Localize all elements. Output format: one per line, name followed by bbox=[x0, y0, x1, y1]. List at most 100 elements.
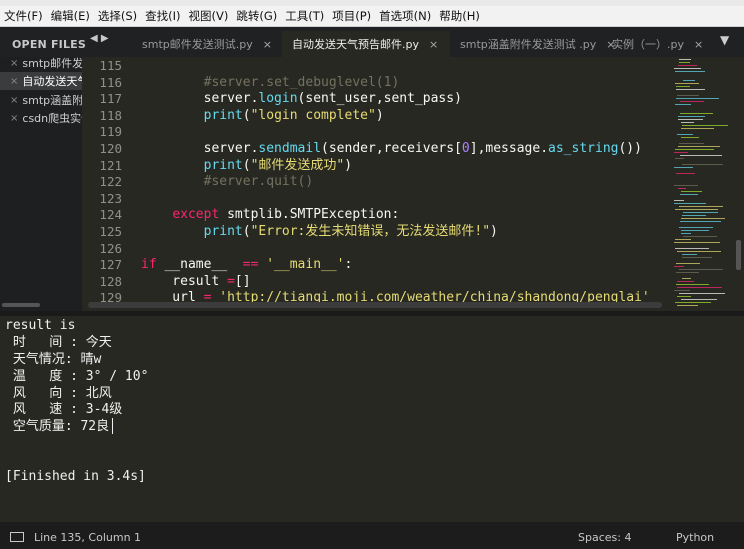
menu-preferences[interactable]: 首选项(N) bbox=[375, 8, 435, 24]
minimap[interactable] bbox=[670, 57, 736, 311]
minimap-line bbox=[678, 146, 720, 147]
code-line: print("login complete") bbox=[141, 108, 384, 125]
menu-find[interactable]: 查找(I) bbox=[141, 8, 184, 24]
minimap-line bbox=[674, 203, 706, 204]
code-token: "Error:发生未知错误，无法发送邮件!" bbox=[250, 224, 491, 239]
sidebar-file[interactable]: × smtp涵盖附件发送测试.py bbox=[0, 91, 82, 109]
tab-smtp-attachment[interactable]: smtp涵盖附件发送测试 .py × bbox=[450, 31, 618, 57]
menu-edit[interactable]: 编辑(E) bbox=[47, 8, 94, 24]
output-line: 空气质量: 72良 bbox=[5, 419, 110, 434]
code-line: result =[] bbox=[141, 273, 251, 291]
minimap-line bbox=[679, 143, 704, 144]
close-tab-icon[interactable]: × bbox=[694, 38, 703, 51]
editor-vertical-scrollbar[interactable] bbox=[736, 57, 744, 311]
sidebar-file-label: 自动发送天气预告邮件.py bbox=[22, 75, 82, 88]
menu-view[interactable]: 视图(V) bbox=[185, 8, 233, 24]
code-editor[interactable]: 115 116 117 118 119 120 121 122 123 124 125 126 127 1… bbox=[82, 57, 670, 311]
code-token: = bbox=[227, 273, 235, 289]
output-line: 温 度 : 3° / 10° bbox=[5, 369, 149, 384]
menu-project[interactable]: 项目(P) bbox=[328, 8, 375, 24]
minimap-line bbox=[676, 173, 695, 174]
tab-label: smtp邮件发送测试.py bbox=[142, 38, 253, 51]
minimap-line bbox=[680, 221, 721, 222]
sidebar-scrollbar[interactable] bbox=[2, 303, 40, 307]
line-number: 126 bbox=[99, 240, 122, 256]
code-token: __name__ bbox=[156, 257, 243, 273]
sidebar-file[interactable]: × csdn爬虫实例 bbox=[0, 109, 82, 127]
indentation-setting[interactable]: Spaces: 4 bbox=[578, 531, 631, 544]
menu-goto[interactable]: 跳转(G) bbox=[232, 8, 281, 24]
menu-bar: 文件(F) 编辑(E) 选择(S) 查找(I) 视图(V) 跳转(G) 工具(T… bbox=[0, 6, 744, 27]
minimap-line bbox=[675, 83, 699, 84]
menu-tools[interactable]: 工具(T) bbox=[281, 8, 328, 24]
tab-dropdown-icon[interactable]: ▼ bbox=[720, 33, 729, 47]
code-token: ( bbox=[242, 224, 251, 239]
close-tab-icon[interactable]: × bbox=[429, 38, 438, 51]
close-file-icon[interactable]: × bbox=[10, 76, 18, 87]
close-file-icon[interactable]: × bbox=[10, 95, 18, 106]
minimap-line bbox=[674, 290, 690, 291]
menu-file[interactable]: 文件(F) bbox=[0, 8, 47, 24]
minimap-line bbox=[681, 230, 709, 231]
code-line: except smtplib.SMTPException: bbox=[141, 207, 399, 224]
code-token: as_string bbox=[548, 141, 619, 156]
code-line: server.login(sent_user,sent_pass) bbox=[141, 91, 462, 108]
code-token: ],message. bbox=[469, 141, 549, 156]
minimap-line bbox=[678, 116, 705, 117]
code-line: server.sendmail(sender,receivers[0],mess… bbox=[141, 141, 642, 158]
menu-selection[interactable]: 选择(S) bbox=[94, 8, 141, 24]
open-files-heading: OPEN FILES bbox=[12, 38, 87, 51]
minimap-line bbox=[674, 185, 698, 186]
menu-help[interactable]: 帮助(H) bbox=[435, 8, 484, 24]
syntax-selector[interactable]: Python bbox=[676, 531, 714, 544]
minimap-line bbox=[681, 218, 725, 219]
code-token: [] bbox=[234, 273, 251, 289]
panel-toggle-icon[interactable] bbox=[10, 532, 24, 542]
minimap-line bbox=[678, 119, 703, 120]
minimap-line bbox=[675, 248, 709, 249]
minimap-line bbox=[677, 95, 699, 96]
tab-nav-arrows-icon[interactable]: ◀ ▶ bbox=[90, 33, 109, 44]
sidebar-file-label: csdn爬虫实例 bbox=[22, 112, 82, 125]
minimap-line bbox=[675, 104, 691, 105]
minimap-line bbox=[677, 134, 693, 135]
code-token: #server.set_debuglevel(1) bbox=[203, 74, 400, 90]
line-number: 116 bbox=[99, 74, 122, 90]
close-file-icon[interactable]: × bbox=[10, 58, 18, 69]
cursor-position: Line 135, Column 1 bbox=[34, 531, 142, 544]
minimap-line bbox=[674, 152, 688, 153]
close-tab-icon[interactable]: × bbox=[263, 38, 272, 51]
sidebar-file-selected[interactable]: × 自动发送天气预告邮件.py bbox=[0, 72, 82, 90]
minimap-line bbox=[678, 65, 697, 66]
scrollbar-thumb[interactable] bbox=[736, 240, 741, 270]
line-number: 119 bbox=[99, 124, 122, 140]
minimap-line bbox=[683, 80, 695, 81]
close-file-icon[interactable]: × bbox=[10, 113, 18, 124]
minimap-line bbox=[680, 101, 704, 102]
code-token: print bbox=[203, 224, 243, 239]
editor-horizontal-scrollbar[interactable] bbox=[88, 302, 662, 308]
tab-example-one[interactable]: 实例（一）.py × bbox=[604, 31, 722, 57]
minimap-line bbox=[682, 257, 712, 258]
minimap-line bbox=[675, 209, 718, 210]
code-token: "邮件发送成功" bbox=[250, 157, 345, 173]
minimap-line bbox=[676, 272, 699, 273]
minimap-line bbox=[679, 293, 725, 294]
output-line: result is bbox=[5, 318, 76, 333]
minimap-line bbox=[681, 191, 702, 192]
minimap-line bbox=[680, 194, 698, 195]
minimap-line bbox=[682, 278, 691, 279]
code-token: #server.quit() bbox=[203, 174, 314, 190]
tab-smtp-test[interactable]: smtp邮件发送测试.py × bbox=[132, 31, 292, 57]
sidebar-file[interactable]: × smtp邮件发送测试.py bbox=[0, 54, 82, 72]
minimap-line bbox=[677, 287, 722, 288]
minimap-line bbox=[675, 149, 714, 150]
minimap-line bbox=[677, 281, 694, 282]
code-token: sendmail bbox=[258, 141, 322, 156]
code-token: except bbox=[172, 207, 220, 223]
code-token: '__main__' bbox=[266, 257, 345, 273]
tab-weather-mail[interactable]: 自动发送天气预告邮件.py × bbox=[282, 31, 450, 57]
minimap-line bbox=[674, 68, 701, 69]
